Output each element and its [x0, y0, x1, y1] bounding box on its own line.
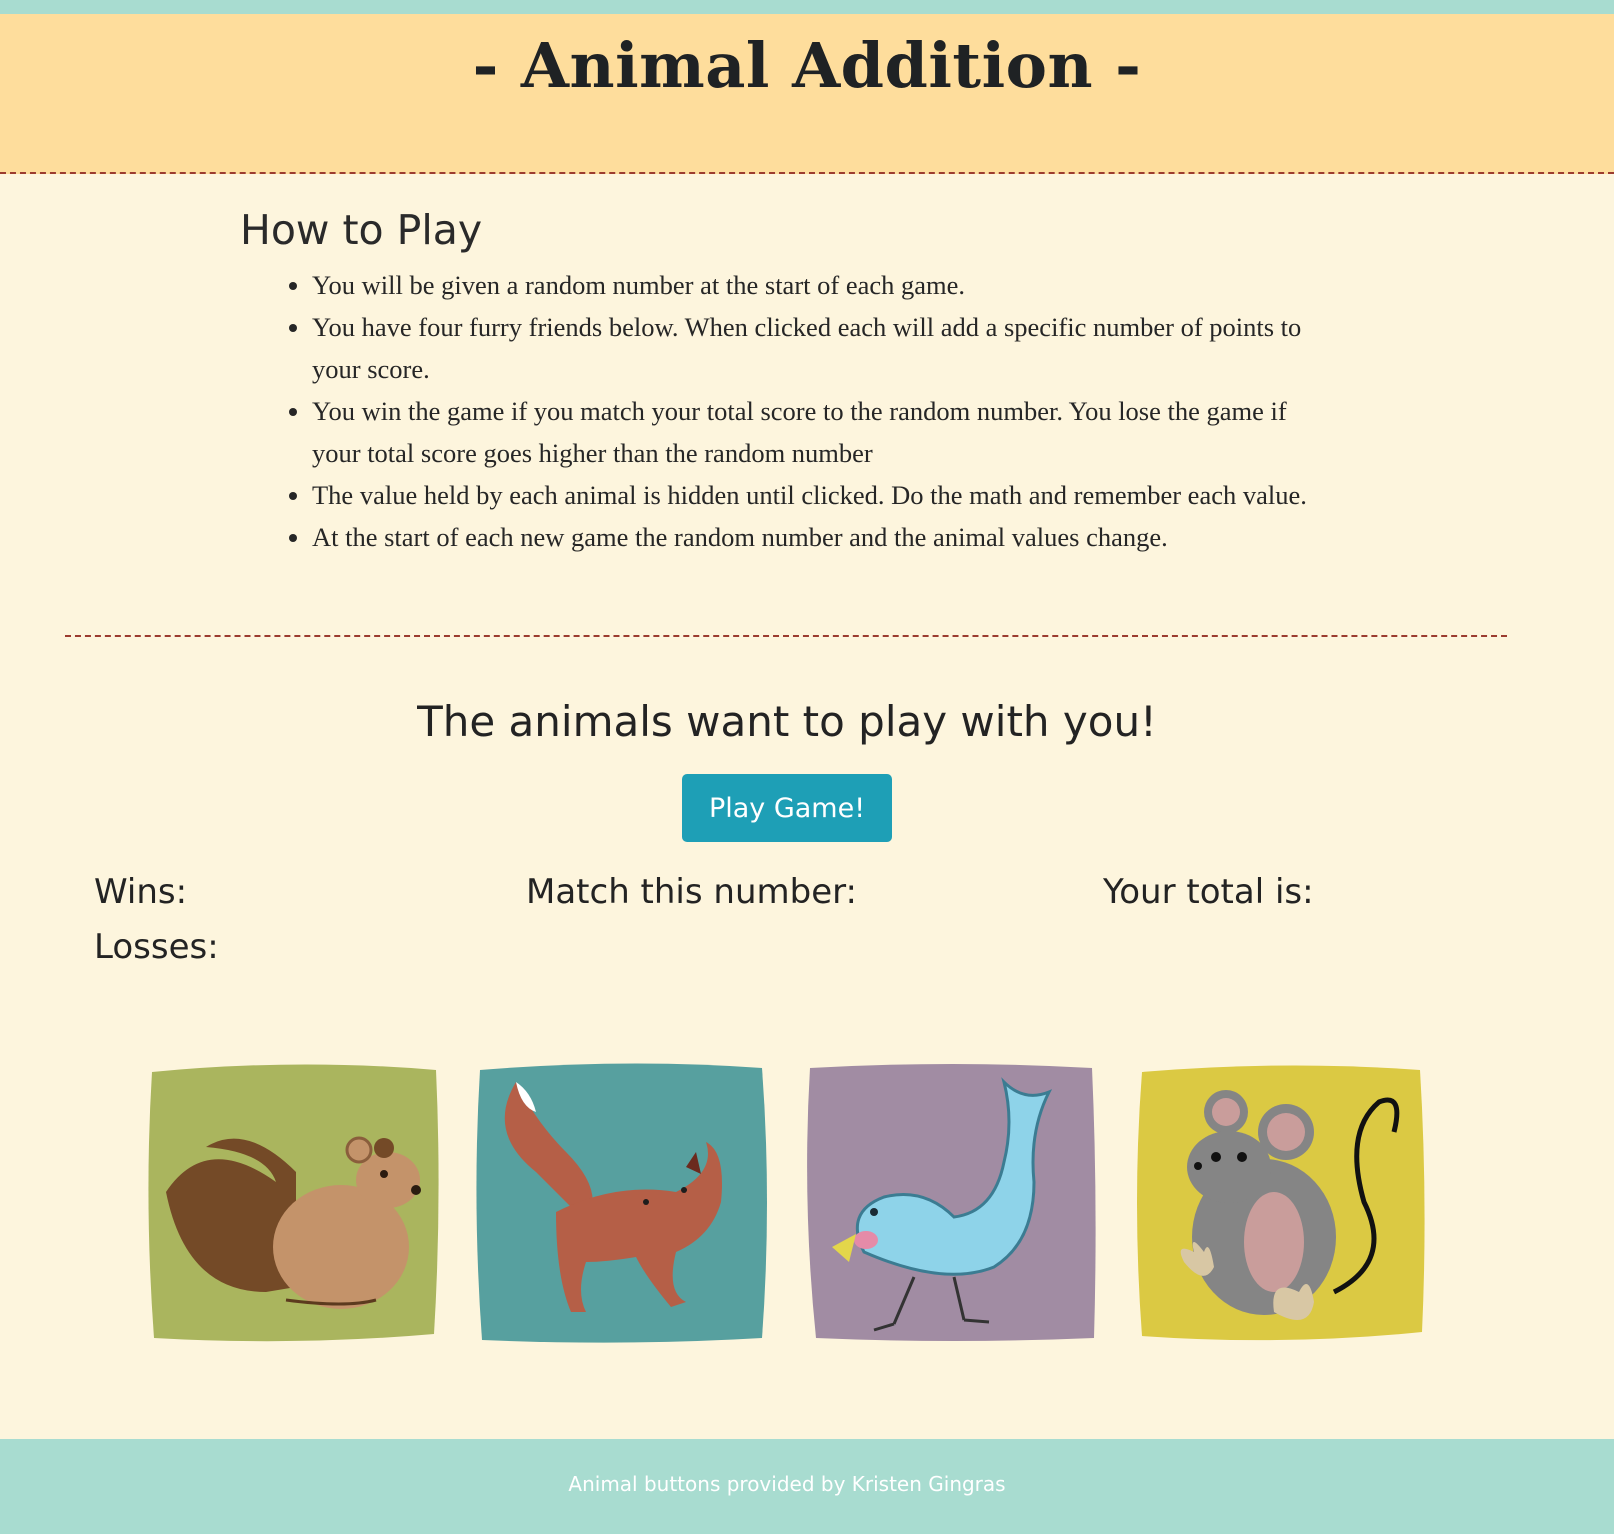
mouse-button[interactable]: [1134, 1062, 1428, 1345]
rule-item: You win the game if you match your total…: [312, 390, 1330, 474]
page-footer: Animal buttons provided by Kristen Gingr…: [0, 1439, 1614, 1534]
rule-item: The value held by each animal is hidden …: [312, 474, 1330, 516]
mouse-icon: [1137, 1065, 1425, 1341]
page-body: - Animal Addition - How to Play You will…: [0, 14, 1614, 1439]
footer-credit: Animal buttons provided by Kristen Gingr…: [568, 1472, 1006, 1496]
play-game-button[interactable]: Play Game!: [682, 774, 892, 842]
fox-icon: [476, 1063, 767, 1343]
bird-button[interactable]: [804, 1062, 1098, 1345]
total-score-label: Your total is:: [1103, 872, 1314, 912]
fox-button[interactable]: [476, 1062, 770, 1345]
bird-icon: [807, 1064, 1096, 1341]
how-to-play-section: How to Play You will be given a random n…: [240, 206, 1330, 558]
losses-label: Losses:: [94, 927, 219, 967]
section-divider: [65, 635, 1507, 637]
target-number-label: Match this number:: [526, 872, 857, 912]
squirrel-icon: [148, 1064, 439, 1342]
wins-label: Wins:: [94, 872, 188, 912]
how-to-play-heading: How to Play: [240, 206, 483, 254]
page-title: - Animal Addition -: [472, 28, 1142, 102]
game-tagline: The animals want to play with you!: [417, 697, 1157, 746]
rule-item: You have four furry friends below. When …: [312, 306, 1330, 390]
rule-item: You will be given a random number at the…: [312, 264, 1330, 306]
squirrel-button[interactable]: [146, 1062, 440, 1345]
rule-item: At the start of each new game the random…: [312, 516, 1330, 558]
rules-list: You will be given a random number at the…: [240, 264, 1330, 558]
page-header: - Animal Addition -: [0, 14, 1614, 174]
